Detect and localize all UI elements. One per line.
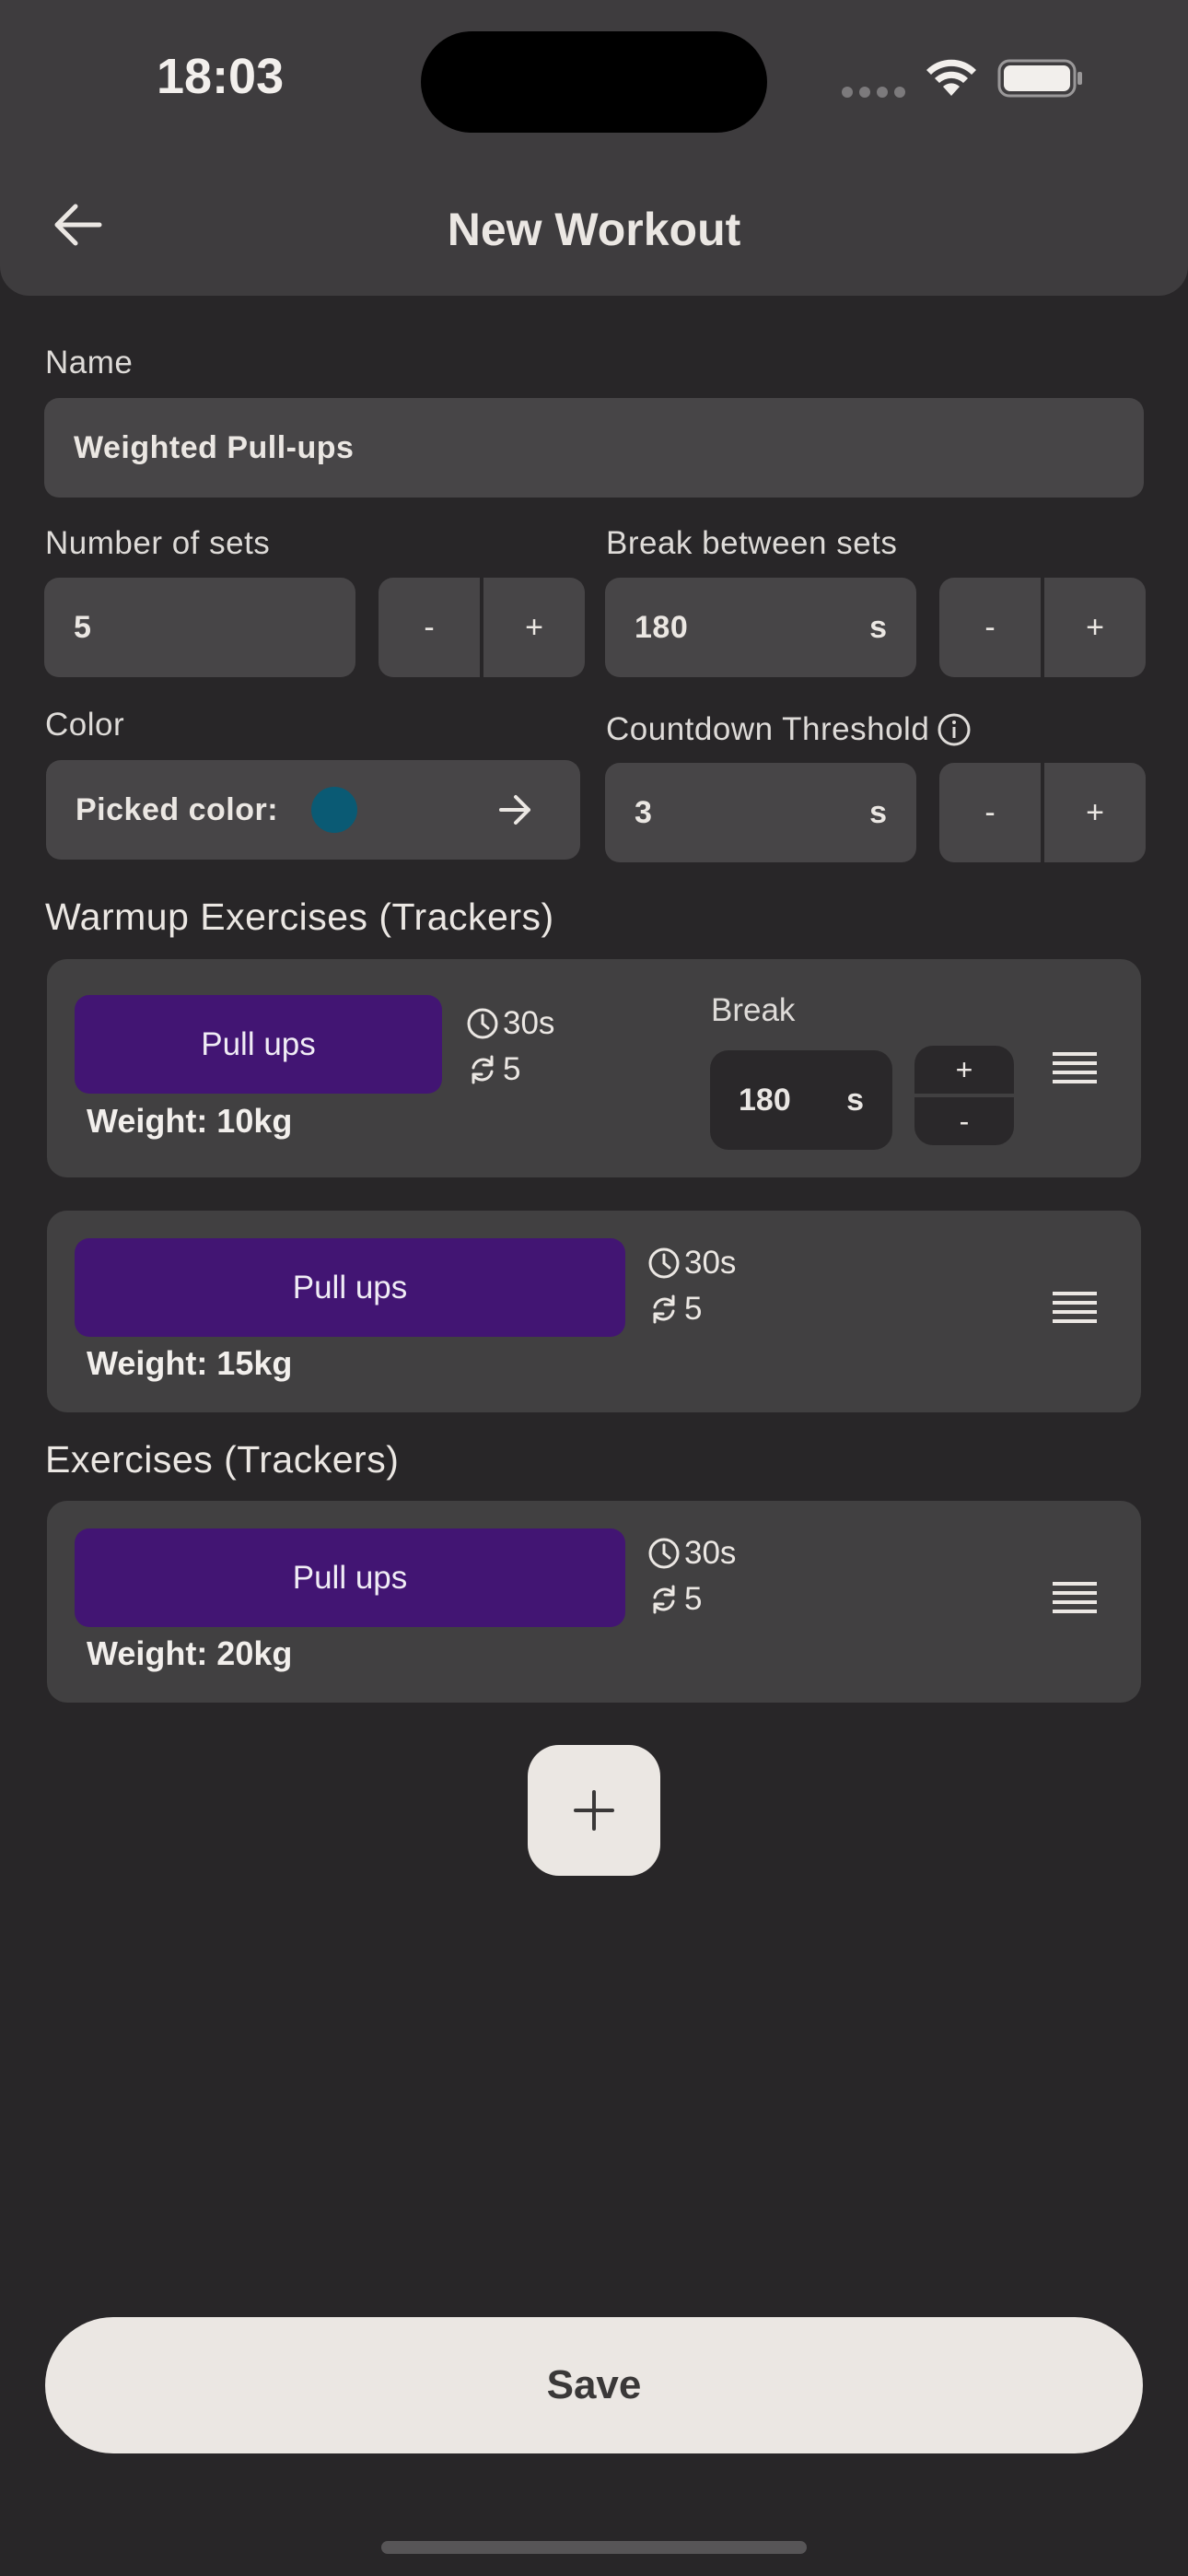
arrow-right-icon [499, 795, 530, 825]
weight-text: Weight: 20kg [87, 1634, 293, 1672]
reps-meta: 5 [647, 1581, 702, 1618]
info-icon[interactable] [937, 712, 972, 747]
clock-icon [648, 1247, 680, 1279]
countdown-label-row: Countdown Threshold [606, 711, 972, 748]
plus-icon [574, 1790, 614, 1831]
countdown-label: Countdown Threshold [606, 711, 930, 747]
reps-value: 5 [684, 1291, 703, 1327]
sets-value: 5 [74, 609, 92, 645]
color-label: Color [45, 707, 125, 743]
countdown-increment-button[interactable]: + [1044, 763, 1146, 862]
cellular-signal-icon [842, 87, 905, 98]
reps-value: 5 [503, 1051, 521, 1087]
reps-value: 5 [684, 1581, 703, 1617]
countdown-stepper: - + [939, 763, 1146, 862]
exercise-break-label: Break [711, 992, 796, 1028]
drag-handle-icon[interactable] [1053, 1582, 1097, 1615]
duration-value: 30s [684, 1245, 737, 1281]
exercise-break-increment-button[interactable]: + [914, 1046, 1014, 1094]
color-swatch [311, 787, 358, 833]
countdown-value: 3 [635, 794, 653, 830]
add-exercise-button[interactable] [528, 1745, 660, 1876]
duration-meta: 30s [647, 1535, 736, 1572]
weight-text: Weight: 10kg [87, 1102, 293, 1140]
battery-icon [997, 59, 1082, 98]
clock-icon [648, 1538, 680, 1569]
dynamic-island [421, 31, 767, 133]
break-decrement-button[interactable]: - [939, 578, 1041, 677]
exercise-button[interactable]: Pull ups [75, 1528, 625, 1627]
reps-meta: 5 [466, 1051, 520, 1088]
sets-decrement-button[interactable]: - [379, 578, 480, 677]
sets-input[interactable]: 5 [44, 578, 355, 677]
countdown-decrement-button[interactable]: - [939, 763, 1041, 862]
drag-handle-icon[interactable] [1053, 1292, 1097, 1325]
duration-value: 30s [503, 1005, 555, 1041]
exercise-card: Pull ups 30s 5 Weight: 20kg [47, 1501, 1141, 1703]
wifi-icon [926, 59, 976, 96]
duration-meta: 30s [647, 1245, 736, 1282]
exercise-button[interactable]: Pull ups [75, 1238, 625, 1337]
break-stepper: - + [939, 578, 1146, 677]
weight-text: Weight: 15kg [87, 1344, 293, 1382]
exercise-break-unit: s [846, 1082, 864, 1118]
exercise-break-decrement-button[interactable]: - [914, 1097, 1014, 1145]
duration-value: 30s [684, 1535, 737, 1571]
countdown-unit: s [869, 794, 887, 830]
break-unit: s [869, 609, 887, 645]
duration-meta: 30s [466, 1005, 554, 1042]
exercise-break-input[interactable]: 180 s [710, 1050, 892, 1150]
break-label: Break between sets [606, 525, 898, 561]
warmup-section-title: Warmup Exercises (Trackers) [45, 896, 554, 938]
repeat-icon [472, 1055, 494, 1084]
drag-handle-icon[interactable] [1053, 1052, 1097, 1085]
name-value: Weighted Pull-ups [74, 429, 355, 465]
sets-increment-button[interactable]: + [483, 578, 585, 677]
save-button[interactable]: Save [45, 2317, 1143, 2453]
repeat-icon [653, 1294, 675, 1324]
sets-stepper: - + [379, 578, 585, 677]
color-picker-button[interactable]: Picked color: [46, 760, 580, 860]
page-title: New Workout [447, 204, 741, 255]
exercise-break-value: 180 [739, 1082, 791, 1118]
repeat-icon [653, 1585, 675, 1614]
break-input[interactable]: 180 s [605, 578, 916, 677]
app-bar: 18:03 New Workout [0, 0, 1188, 296]
status-time: 18:03 [157, 49, 285, 104]
break-increment-button[interactable]: + [1044, 578, 1146, 677]
exercise-break-stepper: + - [914, 1046, 1014, 1145]
clock-icon [467, 1008, 498, 1039]
warmup-card: Pull ups 30s 5 Weight: 10kg Break 180 s … [47, 959, 1141, 1177]
picked-color-label: Picked color: [76, 791, 279, 827]
exercises-section-title: Exercises (Trackers) [45, 1438, 400, 1481]
break-value: 180 [635, 609, 689, 645]
reps-meta: 5 [647, 1291, 702, 1328]
exercise-button[interactable]: Pull ups [75, 995, 442, 1094]
warmup-card: Pull ups 30s 5 Weight: 15kg [47, 1211, 1141, 1412]
sets-label: Number of sets [45, 525, 271, 561]
name-input[interactable]: Weighted Pull-ups [44, 398, 1144, 498]
home-indicator [381, 2541, 807, 2554]
countdown-input[interactable]: 3 s [605, 763, 916, 862]
name-label: Name [45, 345, 134, 381]
